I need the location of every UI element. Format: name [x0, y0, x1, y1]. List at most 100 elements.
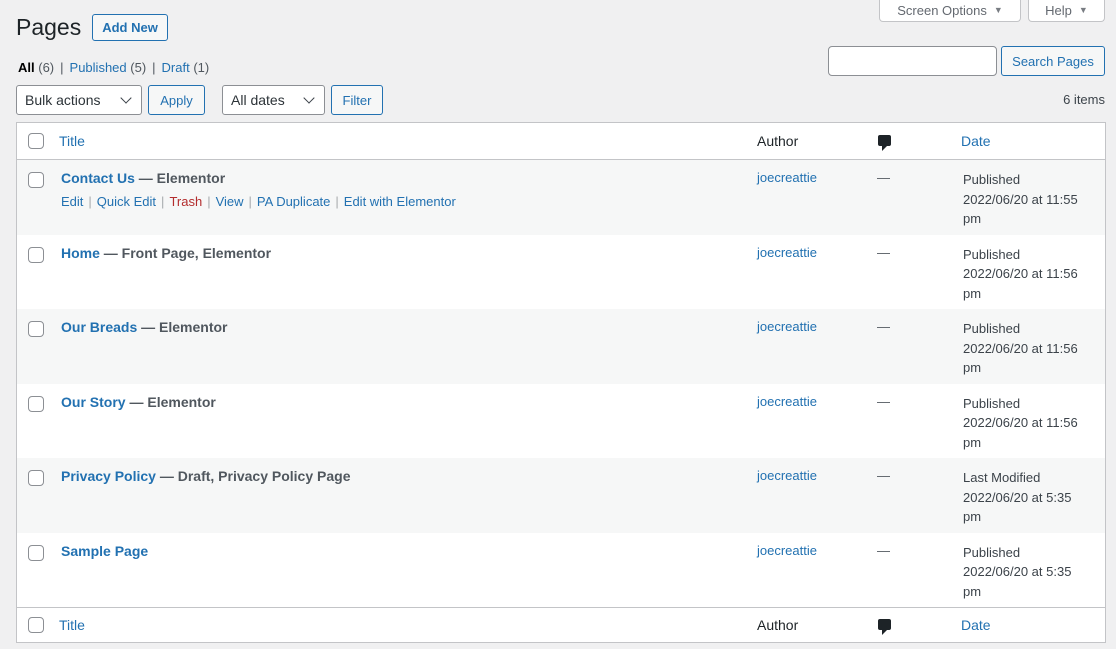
row-checkbox[interactable] — [28, 321, 44, 337]
edit-link[interactable]: Edit — [61, 194, 83, 209]
quick-edit-link[interactable]: Quick Edit — [97, 194, 156, 209]
date-status: Published — [963, 544, 1021, 560]
column-title-sort[interactable]: Title — [59, 617, 85, 633]
date-status: Published — [963, 172, 1021, 187]
view-link[interactable]: View — [216, 194, 244, 209]
date-status: Last Modified — [963, 470, 1041, 485]
author-link[interactable]: joecreattie — [757, 319, 817, 334]
table-row: Contact Us — Elementor Edit | Quick Edit | T… — [17, 160, 1105, 235]
bulk-actions-value: Bulk actions — [25, 92, 101, 108]
date-time-suffix: pm — [963, 285, 982, 301]
row-checkbox[interactable] — [28, 544, 44, 561]
post-state: — Draft, Privacy Policy Page — [155, 468, 351, 484]
add-new-button[interactable]: Add New — [92, 14, 168, 41]
row-checkbox[interactable] — [28, 395, 44, 412]
row-checkbox[interactable] — [28, 246, 44, 263]
date-status: Published — [963, 246, 1021, 262]
page-title-link[interactable]: Our Breads — [61, 319, 137, 335]
view-draft-label: Draft — [161, 60, 190, 75]
date-value: 2022/06/20 at 5:35 — [963, 564, 1072, 579]
screen-meta-links: Screen Options ▼ Help ▼ — [879, 0, 1105, 22]
view-all[interactable]: All (6) — [18, 60, 54, 75]
screen-options-label: Screen Options — [897, 2, 987, 18]
view-draft[interactable]: Draft (1) — [162, 60, 210, 75]
date-time-suffix: pm — [963, 509, 982, 524]
search-pages-button[interactable]: Search Pages — [1001, 46, 1105, 76]
search-input[interactable] — [828, 46, 997, 76]
author-link[interactable]: joecreattie — [757, 170, 817, 185]
view-published[interactable]: Published (5) — [70, 60, 147, 75]
comments-column-icon — [878, 618, 891, 635]
page-title-link[interactable]: Sample Page — [61, 543, 148, 559]
edit-with-elementor-link[interactable]: Edit with Elementor — [344, 194, 456, 209]
date-value: 2022/06/20 at 11:55 — [963, 191, 1078, 207]
page-title-link[interactable]: Contact Us — [61, 170, 135, 186]
dates-value: All dates — [231, 92, 285, 108]
comments-count: — — [877, 468, 890, 483]
comments-count: — — [877, 319, 890, 334]
pages-table: Title Author Date Contact Us — Elementor… — [16, 122, 1106, 643]
date-cell: Published 2022/06/20 at 11:56 pm — [963, 394, 1103, 453]
date-cell: Published 2022/06/20 at 11:55 pm — [963, 170, 1103, 229]
date-status: Published — [963, 321, 1021, 336]
view-published-count: (5) — [130, 60, 147, 75]
help-button[interactable]: Help ▼ — [1028, 0, 1105, 22]
row-title: Privacy Policy — Draft, Privacy Policy P… — [61, 468, 350, 484]
bulk-actions-select[interactable]: Bulk actions — [16, 85, 142, 115]
table-header: Title Author Date — [17, 123, 1105, 160]
page-title-link[interactable]: Our Story — [61, 394, 126, 410]
separator: | — [88, 194, 92, 209]
search-box: Search Pages — [828, 46, 1105, 76]
table-row: Our Story — Elementor joecreattie — Publ… — [17, 384, 1105, 459]
column-date-sort[interactable]: Date — [961, 133, 991, 149]
row-title: Contact Us — Elementor — [61, 170, 225, 186]
page-heading: Pages Add New — [16, 14, 168, 41]
comments-count: — — [877, 170, 890, 185]
view-published-label: Published — [69, 60, 127, 75]
select-all-checkbox[interactable] — [28, 617, 44, 633]
chevron-down-icon — [120, 92, 132, 104]
comments-column-icon — [878, 134, 891, 151]
comments-count: — — [877, 244, 890, 260]
table-row: Home — Front Page, Elementor joecreattie… — [17, 235, 1105, 310]
duplicate-link[interactable]: PA Duplicate — [257, 194, 330, 209]
table-row: Our Breads — Elementor joecreattie — Pub… — [17, 309, 1105, 384]
column-date-sort[interactable]: Date — [961, 617, 991, 633]
row-title: Our Breads — Elementor — [61, 319, 228, 335]
trash-link[interactable]: Trash — [169, 194, 202, 209]
date-status: Published — [963, 395, 1021, 411]
date-value: 2022/06/20 at 11:56 — [963, 340, 1078, 356]
column-author: Author — [757, 133, 799, 149]
column-title-sort[interactable]: Title — [59, 133, 85, 149]
separator: | — [60, 60, 64, 75]
row-title: Our Story — Elementor — [61, 394, 216, 410]
view-draft-count: (1) — [193, 60, 210, 75]
view-filters: All (6) | Published (5) | Draft (1) — [18, 60, 209, 75]
author-link[interactable]: joecreattie — [757, 468, 817, 483]
page-title-link[interactable]: Privacy Policy — [61, 468, 156, 484]
dates-select[interactable]: All dates — [222, 85, 325, 115]
date-time-suffix: pm — [963, 211, 982, 226]
date-cell: Last Modified 2022/06/20 at 5:35 pm — [963, 468, 1103, 527]
date-cell: Published 2022/06/20 at 5:35 pm — [963, 543, 1103, 602]
chevron-down-icon — [303, 92, 315, 104]
apply-button[interactable]: Apply — [148, 85, 205, 115]
author-link[interactable]: joecreattie — [757, 543, 817, 558]
comment-icon — [878, 618, 891, 635]
row-checkbox[interactable] — [28, 172, 44, 188]
comment-icon — [878, 134, 891, 151]
separator: | — [207, 194, 211, 209]
select-all-checkbox[interactable] — [28, 133, 44, 149]
author-link[interactable]: joecreattie — [757, 394, 817, 409]
author-link[interactable]: joecreattie — [757, 245, 817, 260]
filter-button[interactable]: Filter — [331, 85, 383, 115]
row-title: Sample Page — [61, 543, 148, 559]
view-all-label: All — [18, 60, 35, 75]
comments-count: — — [877, 542, 890, 558]
screen-options-button[interactable]: Screen Options ▼ — [879, 0, 1021, 22]
date-time-suffix: pm — [963, 434, 982, 450]
separator: | — [335, 194, 339, 209]
tablenav-top: Bulk actions Apply All dates Filter 6 it… — [16, 85, 1105, 115]
row-checkbox[interactable] — [28, 470, 44, 486]
page-title-link[interactable]: Home — [61, 245, 100, 261]
